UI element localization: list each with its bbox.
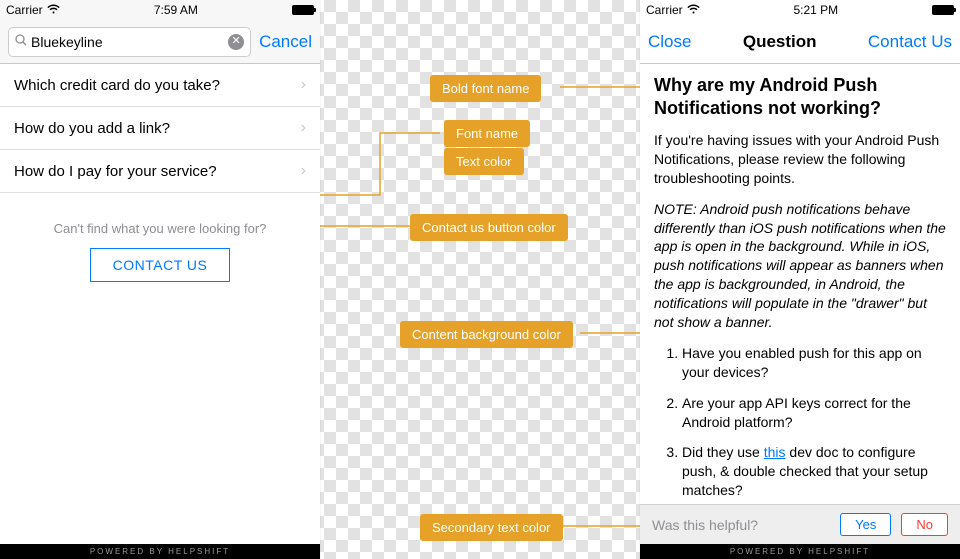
contact-us-link[interactable]: Contact Us [868,32,952,52]
article-body[interactable]: Why are my Android Push Notifications no… [640,64,960,504]
article-intro: If you're having issues with your Androi… [654,131,946,188]
result-row[interactable]: How do I pay for your service? › [0,150,320,193]
dev-doc-link[interactable]: this [764,444,786,460]
article-step: Are your app API keys correct for the An… [682,394,946,432]
carrier-label: Carrier [6,3,43,17]
wifi-icon [687,3,700,17]
close-button[interactable]: Close [648,32,691,52]
article-title: Why are my Android Push Notifications no… [654,74,946,119]
anno-bg-color: Content background color [400,321,573,348]
nav-title: Question [699,32,859,52]
search-results: Which credit card do you take? › How do … [0,64,320,193]
anno-secondary: Secondary text color [420,514,563,541]
search-icon [15,34,27,49]
helpful-no-button[interactable]: No [901,513,948,536]
helpful-bar: Was this helpful? Yes No [640,504,960,544]
anno-bold-font: Bold font name [430,75,541,102]
article-step: Have you enabled push for this app on yo… [682,344,946,382]
search-input[interactable] [31,34,224,50]
battery-icon [292,5,314,15]
contact-us-button[interactable]: CONTACT US [90,248,231,282]
powered-by: POWERED BY HELPSHIFT [0,544,320,559]
helpful-question: Was this helpful? [652,517,758,533]
wifi-icon [47,3,60,17]
no-results-prompt: Can't find what you were looking for? [0,221,320,236]
article-step: Did they use this dev doc to configure p… [682,443,946,500]
result-row[interactable]: Which credit card do you take? › [0,64,320,107]
phone-article: Carrier 5:21 PM Close Question Contact U… [640,0,960,559]
clock-label: 5:21 PM [793,3,838,17]
status-bar: Carrier 5:21 PM [640,0,960,20]
helpful-yes-button[interactable]: Yes [840,513,891,536]
carrier-label: Carrier [646,3,683,17]
battery-icon [932,5,954,15]
anno-text-color: Text color [444,148,524,175]
cancel-button[interactable]: Cancel [259,32,312,52]
article-steps: Have you enabled push for this app on yo… [654,344,946,500]
search-field-wrap[interactable]: ✕ [8,27,251,57]
result-row[interactable]: How do you add a link? › [0,107,320,150]
result-label: Which credit card do you take? [14,77,220,94]
chevron-right-icon: › [301,76,306,94]
article-navbar: Close Question Contact Us [640,20,960,64]
clear-search-button[interactable]: ✕ [228,34,244,50]
status-bar: Carrier 7:59 AM [0,0,320,20]
chevron-right-icon: › [301,162,306,180]
anno-contact-color: Contact us button color [410,214,568,241]
phone-search: Carrier 7:59 AM ✕ Cancel Which credit ca… [0,0,320,559]
search-navbar: ✕ Cancel [0,20,320,64]
chevron-right-icon: › [301,119,306,137]
article-note: NOTE: Android push notifications behave … [654,200,946,332]
anno-font-name: Font name [444,120,530,147]
clock-label: 7:59 AM [154,3,198,17]
powered-by: POWERED BY HELPSHIFT [640,544,960,559]
result-label: How do you add a link? [14,120,170,137]
result-label: How do I pay for your service? [14,163,217,180]
